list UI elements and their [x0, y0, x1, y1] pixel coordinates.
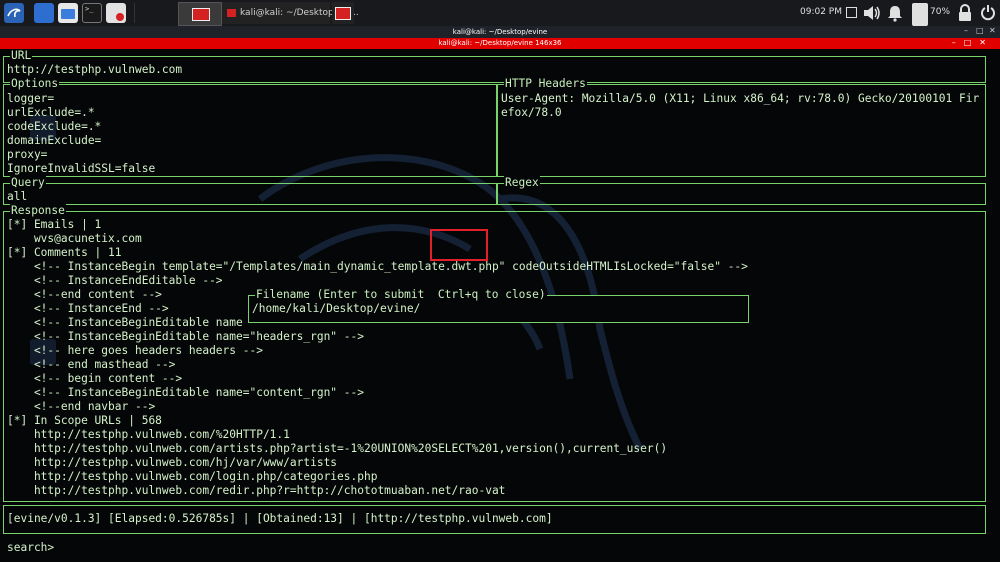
- option-domain-exclude[interactable]: domainExclude=: [7, 134, 101, 148]
- terminal-task-icon: [227, 9, 236, 17]
- battery-icon[interactable]: [912, 3, 928, 26]
- response-line: http://testphp.vulnweb.com/%20HTTP/1.1: [7, 428, 290, 441]
- notifications-bell-icon[interactable]: [886, 4, 904, 25]
- filename-input[interactable]: /home/kali/Desktop/evine/: [252, 302, 420, 316]
- regex-panel: Regex: [497, 176, 986, 205]
- task-terminal-button[interactable]: kali@kali: ~/Desktop/evi...: [222, 2, 359, 24]
- response-line: [*] Emails | 1: [7, 218, 102, 231]
- options-panel: Options logger= urlExclude=.* codeExclud…: [3, 77, 497, 177]
- option-proxy[interactable]: proxy=: [7, 148, 47, 162]
- kali-menu-icon[interactable]: [4, 3, 24, 23]
- option-code-exclude[interactable]: codeExclude=.*: [7, 120, 101, 134]
- status-panel: [evine/v0.1.3] [Elapsed:0.526785s] | [Ob…: [3, 505, 986, 534]
- response-line: wvs@acunetix.com: [7, 232, 142, 245]
- workspace-1-icon[interactable]: [34, 3, 54, 23]
- taskbar-separator: [134, 3, 135, 23]
- battery-percentage: 70%: [930, 7, 951, 17]
- search-prompt[interactable]: search>: [7, 541, 54, 555]
- window-titlebar[interactable]: kali@kali: ~/Desktop/evine – □ ✕: [0, 26, 1000, 38]
- query-input[interactable]: all: [7, 190, 27, 204]
- query-panel: Query all: [3, 176, 497, 205]
- response-line: http://testphp.vulnweb.com/artists.php?a…: [7, 442, 668, 455]
- query-panel-title: Query: [10, 176, 46, 190]
- filename-dialog[interactable]: Filename (Enter to submit Ctrl+q to clos…: [248, 288, 749, 323]
- response-line: [*] Comments | 11: [7, 246, 122, 259]
- options-panel-title: Options: [10, 77, 60, 91]
- http-header-line-2[interactable]: efox/78.0: [501, 106, 562, 120]
- response-line: <!-- InstanceEndEditable -->: [7, 274, 223, 287]
- url-value[interactable]: http://testphp.vulnweb.com: [7, 63, 182, 77]
- clock[interactable]: 09:02 PM: [800, 7, 842, 17]
- terminal-tab-bar: kali@kali: ~/Desktop/evine 146x36 –□✕: [0, 38, 1000, 49]
- volume-icon[interactable]: [862, 4, 882, 25]
- response-line: <!-- begin content -->: [7, 372, 183, 385]
- response-line: <!-- InstanceEnd -->: [7, 302, 169, 315]
- response-panel[interactable]: Response [*] Emails | 1 wvs@acunetix.com…: [3, 204, 986, 502]
- option-ignore-invalid-ssl[interactable]: IgnoreInvalidSSL=false: [7, 162, 155, 176]
- workspace-preview-button[interactable]: [178, 2, 222, 26]
- terminal-area[interactable]: URL http://testphp.vulnweb.com Options l…: [0, 49, 1000, 562]
- terminal-tab-title: kali@kali: ~/Desktop/evine 146x36: [438, 39, 562, 47]
- terminal-launcher-glyph: >_: [85, 5, 94, 13]
- response-line: <!-- InstanceBeginEditable name="headers…: [7, 330, 364, 343]
- option-url-exclude[interactable]: urlExclude=.*: [7, 106, 95, 120]
- response-line: <!-- InstanceBeginEditable name: [7, 316, 243, 329]
- tab-controls-icon[interactable]: –□✕: [952, 38, 994, 47]
- taskbar: >_ kali@kali: ~/Desktop/evi... 09:02 PM …: [0, 0, 1000, 26]
- screen-recorder-icon[interactable]: [106, 3, 126, 23]
- response-line: <!--end navbar -->: [7, 400, 156, 413]
- url-panel-title: URL: [10, 49, 33, 63]
- filename-dialog-title: Filename (Enter to submit Ctrl+q to clos…: [255, 288, 547, 302]
- minimize-icon[interactable]: –: [964, 26, 968, 35]
- response-line: http://testphp.vulnweb.com/redir.php?r=h…: [7, 484, 506, 497]
- response-line: [*] In Scope URLs | 568: [7, 414, 162, 427]
- window-switch-icon[interactable]: [846, 7, 857, 18]
- file-manager-icon[interactable]: [58, 3, 78, 23]
- response-line: <!-- here goes headers headers -->: [7, 344, 263, 357]
- http-headers-panel: HTTP Headers User-Agent: Mozilla/5.0 (X1…: [497, 77, 986, 177]
- option-logger[interactable]: logger=: [7, 92, 54, 106]
- response-line: <!-- InstanceBeginEditable name="content…: [7, 386, 364, 399]
- url-panel: URL http://testphp.vulnweb.com: [3, 49, 986, 83]
- response-line: <!--end content -->: [7, 288, 162, 301]
- terminal-launcher-icon[interactable]: >_: [82, 3, 102, 23]
- ctrl-q-highlight-box: [430, 229, 488, 261]
- lock-screen-icon[interactable]: [958, 4, 972, 25]
- close-icon[interactable]: ✕: [989, 26, 996, 35]
- task-other-button[interactable]: [332, 2, 354, 24]
- window-title: kali@kali: ~/Desktop/evine: [452, 28, 548, 36]
- status-text: [evine/v0.1.3] [Elapsed:0.526785s] | [Ob…: [7, 512, 553, 525]
- response-line: http://testphp.vulnweb.com/login.php/cat…: [7, 470, 378, 483]
- power-icon[interactable]: [980, 4, 996, 25]
- http-headers-panel-title: HTTP Headers: [504, 77, 587, 91]
- http-header-line-1[interactable]: User-Agent: Mozilla/5.0 (X11; Linux x86_…: [501, 92, 979, 106]
- maximize-icon[interactable]: □: [976, 26, 984, 35]
- regex-panel-title: Regex: [504, 176, 540, 190]
- response-line: <!-- InstanceBegin template="/Templates/…: [7, 260, 748, 273]
- response-line: http://testphp.vulnweb.com/hj/var/www/ar…: [7, 456, 338, 469]
- response-panel-title: Response: [10, 204, 66, 218]
- response-line: <!-- end masthead -->: [7, 358, 176, 371]
